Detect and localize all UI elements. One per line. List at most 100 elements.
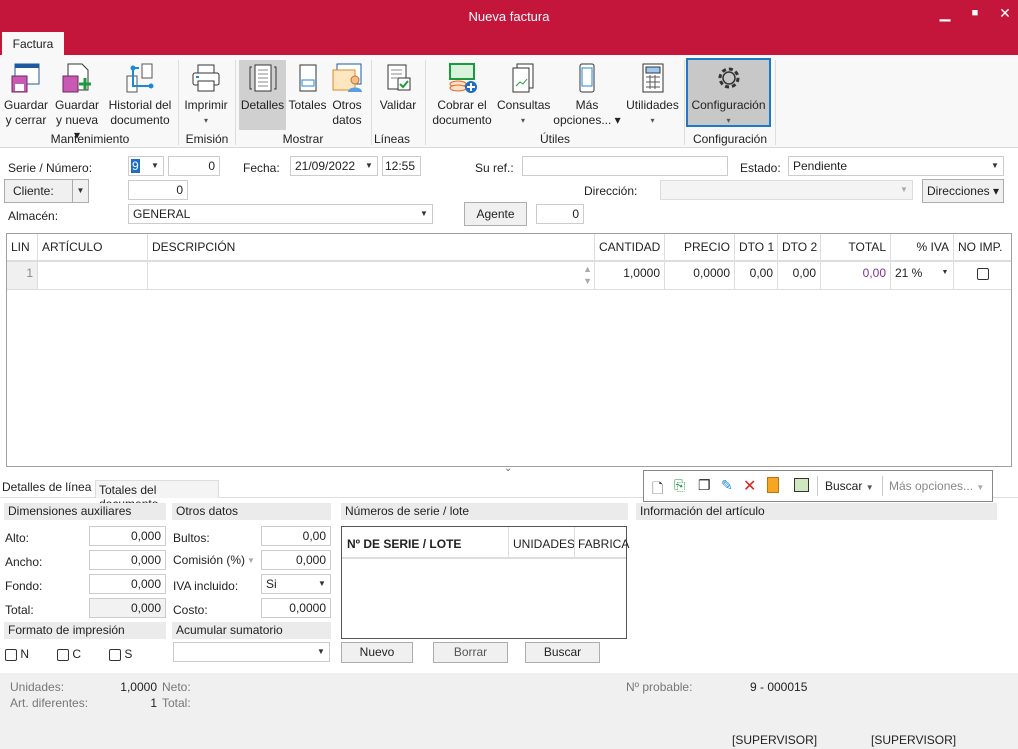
- guardar-y-cerrar-button[interactable]: Guardar y cerrar: [4, 60, 48, 130]
- cell-dto2[interactable]: 0,00: [778, 262, 821, 290]
- edit-icon[interactable]: ✎: [721, 477, 733, 494]
- bultos-input[interactable]: 0,00: [261, 526, 331, 546]
- image-icon[interactable]: [794, 478, 809, 492]
- save-new-icon: [62, 63, 91, 93]
- delete-icon[interactable]: ✕: [743, 476, 756, 496]
- col-cantidad[interactable]: CANTIDAD: [595, 234, 665, 262]
- historial-button[interactable]: Historial del documento: [106, 60, 174, 130]
- maximize-button[interactable]: ■: [965, 7, 985, 19]
- comision-input[interactable]: 0,000: [261, 550, 331, 570]
- insert-line-icon[interactable]: ⎘: [674, 477, 685, 494]
- user-label-1: [SUPERVISOR]: [732, 733, 818, 747]
- numero-input[interactable]: 0: [168, 156, 220, 176]
- close-button[interactable]: ✕: [995, 5, 1015, 22]
- cobrar-documento-button[interactable]: Cobrar el documento: [431, 60, 493, 130]
- col-unidades[interactable]: UNIDADES: [508, 527, 579, 559]
- ancho-input[interactable]: 0,000: [89, 550, 166, 570]
- calculator-icon: [642, 63, 663, 93]
- window-title: Nueva factura: [468, 9, 550, 24]
- col-iva[interactable]: % IVA: [891, 234, 954, 262]
- agente-input[interactable]: 0: [536, 204, 584, 224]
- col-fabrica[interactable]: FABRICA: [574, 527, 632, 559]
- borrar-button[interactable]: Borrar: [433, 642, 508, 663]
- col-dto1[interactable]: DTO 1: [735, 234, 778, 262]
- n-probable-value: 9 - 000015: [750, 680, 808, 694]
- serie-select[interactable]: 9 ▼: [128, 156, 164, 176]
- mas-opciones-button[interactable]: Más opciones... ▾: [553, 60, 621, 130]
- direccion-select[interactable]: ▼: [660, 180, 913, 200]
- formato-n[interactable]: N: [5, 647, 29, 661]
- copy-icon[interactable]: ❐: [698, 477, 711, 494]
- validar-button[interactable]: Validar: [377, 60, 419, 130]
- col-noimp[interactable]: NO IMP.: [954, 234, 1011, 262]
- tab-detalles-linea[interactable]: Detalles de línea: [2, 480, 91, 494]
- imprimir-button[interactable]: Imprimir ▾: [183, 60, 229, 130]
- new-line-icon[interactable]: 🗋: [652, 478, 663, 502]
- payment-icon: [449, 63, 477, 93]
- checkbox[interactable]: [57, 648, 69, 661]
- cell-iva[interactable]: 21 % ▼: [891, 262, 954, 290]
- nuevo-button[interactable]: Nuevo: [341, 642, 413, 663]
- notes-icon[interactable]: [767, 477, 779, 493]
- cell-descripcion[interactable]: ▲ ▼: [148, 262, 595, 290]
- totales-button[interactable]: Totales: [288, 60, 327, 130]
- chevron-down-icon: ▼: [976, 483, 985, 492]
- cell-dto1[interactable]: 0,00: [735, 262, 778, 290]
- chevron-down-icon: ▼: [318, 579, 326, 588]
- col-total[interactable]: TOTAL: [821, 234, 891, 262]
- separator: [775, 60, 776, 145]
- cliente-input[interactable]: 0: [128, 180, 188, 200]
- formato-header: Formato de impresión: [4, 622, 166, 639]
- guardar-y-nueva-button[interactable]: Guardar y nueva ▾: [52, 60, 102, 142]
- col-descripcion[interactable]: DESCRIPCIÓN: [148, 234, 595, 262]
- buscar-button[interactable]: Buscar: [525, 642, 600, 663]
- bultos-label: Bultos:: [173, 531, 210, 545]
- estado-select[interactable]: Pendiente ▼: [788, 156, 1004, 176]
- costo-input[interactable]: 0,0000: [261, 598, 331, 618]
- cell-precio[interactable]: 0,0000: [665, 262, 735, 290]
- cell-articulo[interactable]: [38, 262, 148, 290]
- formato-s[interactable]: S: [109, 647, 132, 661]
- scroll-arrows-icon[interactable]: ▲ ▼: [583, 263, 592, 287]
- col-precio[interactable]: PRECIO: [665, 234, 735, 262]
- col-articulo[interactable]: ARTÍCULO: [38, 234, 148, 262]
- cliente-button[interactable]: Cliente: ▼: [4, 179, 89, 203]
- tab-totales-documento[interactable]: Totales del documento: [95, 480, 219, 511]
- cell-cantidad[interactable]: 1,0000: [595, 262, 665, 290]
- agente-button[interactable]: Agente: [464, 202, 527, 226]
- checkbox[interactable]: [5, 648, 17, 661]
- col-serie-lote[interactable]: Nº DE SERIE / LOTE: [347, 537, 461, 551]
- utilidades-button[interactable]: Utilidades ▾: [625, 60, 680, 130]
- detalles-button[interactable]: Detalles: [239, 60, 286, 130]
- alto-input[interactable]: 0,000: [89, 526, 166, 546]
- cell-noimp[interactable]: [954, 262, 1011, 290]
- tab-factura[interactable]: Factura: [2, 32, 64, 56]
- suref-input[interactable]: [522, 156, 728, 176]
- direccion-label: Dirección:: [584, 184, 638, 198]
- formato-c[interactable]: C: [57, 647, 81, 661]
- otros-datos-button[interactable]: Otros datos: [330, 60, 364, 130]
- acumular-select[interactable]: ▼: [173, 642, 330, 662]
- hora-input[interactable]: 12:55: [382, 156, 421, 176]
- configuracion-button[interactable]: Configuración ▾: [686, 58, 771, 127]
- col-lin[interactable]: LIN: [7, 234, 38, 262]
- chevron-down-icon: ▼: [900, 185, 908, 194]
- chevron-down-icon: ▼: [365, 161, 373, 170]
- comision-dropdown[interactable]: ▼: [247, 556, 255, 565]
- fecha-input[interactable]: 21/09/2022 ▼: [290, 156, 378, 176]
- minimize-button[interactable]: ▁: [935, 5, 955, 22]
- group-configuracion: Configuración: [692, 132, 768, 146]
- buscar-dropdown[interactable]: Buscar ▼: [825, 479, 874, 493]
- iva-incluido-select[interactable]: Si ▼: [261, 574, 331, 594]
- almacen-select[interactable]: GENERAL ▼: [128, 204, 433, 224]
- mas-opciones-dropdown[interactable]: Más opciones... ▼: [889, 479, 984, 493]
- consultas-button[interactable]: Consultas ▾: [497, 60, 550, 130]
- fondo-input[interactable]: 0,000: [89, 574, 166, 594]
- noimp-checkbox[interactable]: [976, 267, 989, 280]
- direcciones-button[interactable]: Direcciones ▾: [922, 179, 1004, 203]
- splitter-chevron-icon[interactable]: ⌄: [504, 463, 512, 474]
- cell-lin: 1: [7, 262, 38, 290]
- checkbox[interactable]: [109, 648, 121, 661]
- col-dto2[interactable]: DTO 2: [778, 234, 821, 262]
- chevron-down-icon: ▼: [941, 269, 949, 276]
